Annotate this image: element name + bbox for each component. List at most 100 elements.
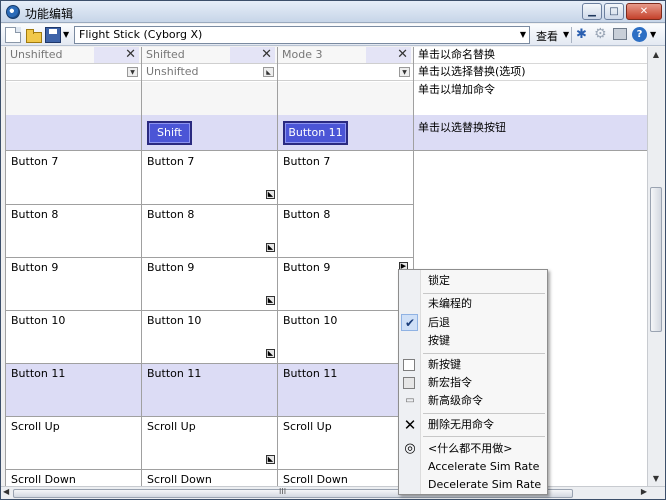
menu-separator <box>423 293 545 294</box>
menu-item-new-key[interactable]: 新按键 <box>421 356 547 374</box>
menu-item-accelerate[interactable]: Accelerate Sim Rate <box>421 458 547 476</box>
row-cell[interactable]: Button 10 <box>6 311 141 363</box>
table-row: Button 11 Button 11 Button 11 <box>6 364 413 417</box>
chevron-down-icon: ▼ <box>519 30 526 39</box>
row-cell[interactable]: Scroll Up <box>6 417 141 469</box>
mode-select-shifted[interactable]: Unshifted ◣ <box>142 64 277 81</box>
row-cell[interactable]: Button 7 <box>278 152 413 204</box>
shift-button[interactable]: Shift <box>147 121 192 145</box>
expand-icon[interactable]: ◣ <box>266 243 275 252</box>
save-dropdown-arrow-icon[interactable]: ▼ <box>63 30 69 39</box>
column-header-label: Mode 3 <box>282 48 323 61</box>
row-cell[interactable]: Button 8 <box>278 205 413 257</box>
title-bar: 功能编辑 ▁ □ ✕ <box>1 1 665 23</box>
menu-separator <box>423 413 545 414</box>
table-row: Button 8 Button 8 ◣ Button 8 <box>6 205 413 258</box>
row-cell[interactable]: Button 8 <box>142 205 277 257</box>
menu-item-decelerate[interactable]: Decelerate Sim Rate <box>421 476 547 494</box>
close-icon[interactable]: ✕ <box>397 47 408 63</box>
row-cell[interactable]: Scroll Up <box>142 417 277 469</box>
help-icon[interactable]: ? <box>632 27 647 42</box>
scroll-up-arrow-icon[interactable]: ▲ <box>648 47 664 63</box>
table-row: Scroll Up Scroll Up ◣ Scroll Up <box>6 417 413 470</box>
close-icon[interactable]: ✕ <box>261 47 272 63</box>
function-grid: Unshifted ✕ Shifted ✕ Mode 3 ✕ 单击以命名替换 ▼… <box>5 47 648 487</box>
column-header-label: Unshifted <box>10 48 63 61</box>
minimize-button[interactable]: ▁ <box>582 3 602 20</box>
mode-select-unshifted[interactable]: ▼ <box>6 64 141 81</box>
column-header-shifted[interactable]: Shifted ✕ <box>142 47 277 64</box>
toolbar-separator <box>571 27 572 43</box>
scroll-left-arrow-icon[interactable]: ◀ <box>3 487 9 496</box>
column-header-mode3[interactable]: Mode 3 ✕ <box>278 47 413 64</box>
row-cell[interactable]: Button 9 <box>6 258 141 310</box>
column-header-unshifted[interactable]: Unshifted ✕ <box>6 47 141 64</box>
expand-icon: ◣ <box>263 67 274 77</box>
function-editor-window: 功能编辑 ▁ □ ✕ ▼ Flight Stick (Cyborg X) ▼ 查… <box>0 0 666 500</box>
app-icon <box>6 5 20 19</box>
close-button[interactable]: ✕ <box>626 3 662 20</box>
vertical-scrollbar[interactable]: ▲ ▼ <box>647 47 664 487</box>
delete-icon: ✕ <box>403 416 417 434</box>
bluetooth-icon[interactable]: ✱ <box>576 27 587 42</box>
expand-icon[interactable]: ◣ <box>266 455 275 464</box>
column-divider <box>277 47 278 487</box>
gear-icon[interactable]: ⚙ <box>594 26 607 42</box>
scroll-down-arrow-icon[interactable]: ▼ <box>648 471 664 487</box>
new-file-icon[interactable] <box>5 27 21 43</box>
row-cell[interactable]: Button 9 <box>142 258 277 310</box>
view-dropdown-arrow-icon[interactable]: ▼ <box>563 30 569 39</box>
profile-select[interactable]: Flight Stick (Cyborg X) ▼ <box>74 26 530 44</box>
view-menu-button[interactable]: 查看 <box>536 28 558 44</box>
menu-item-do-nothing[interactable]: <什么都不用做> <box>421 440 547 458</box>
scroll-grip: III <box>279 487 287 496</box>
menu-item-lock[interactable]: 锁定 <box>421 272 547 290</box>
row-cell[interactable]: Scroll Up <box>278 417 413 469</box>
rename-hint[interactable]: 单击以命名替换 <box>414 47 648 64</box>
menu-separator <box>423 436 545 437</box>
menu-item-back[interactable]: 后退 <box>421 314 547 332</box>
row-cell[interactable]: Button 10 <box>142 311 277 363</box>
vertical-scroll-thumb[interactable] <box>650 187 662 332</box>
row-cell[interactable]: Scroll Down <box>142 470 277 487</box>
expand-icon[interactable]: ◣ <box>266 296 275 305</box>
row-cell[interactable]: Button 11 <box>6 364 141 416</box>
maximize-button[interactable]: □ <box>604 3 624 20</box>
row-cell[interactable]: Button 10 <box>278 311 413 363</box>
profile-select-value: Flight Stick (Cyborg X) <box>79 28 203 41</box>
select-hint[interactable]: 单击以选择替换(选项) <box>414 64 648 81</box>
check-icon: ✔ <box>404 316 416 330</box>
toolbar: ▼ Flight Stick (Cyborg X) ▼ 查看 ▼ ✱ ⚙ ? ▼ <box>1 24 665 46</box>
row-cell[interactable]: Scroll Down <box>278 470 413 487</box>
close-icon[interactable]: ✕ <box>125 47 136 63</box>
row-cell[interactable]: Button 8 <box>6 205 141 257</box>
row-cell[interactable]: Button 9 <box>278 258 413 310</box>
menu-item-key[interactable]: 按键 <box>421 332 547 350</box>
mode-select-mode3[interactable]: ▼ <box>278 64 413 81</box>
print-icon[interactable] <box>613 28 627 40</box>
add-command-hint[interactable]: 单击以增加命令 <box>414 82 648 115</box>
row-cell[interactable]: Button 7 <box>142 152 277 204</box>
toggle-hint[interactable]: 单击以选替换按钮 <box>418 119 506 135</box>
expand-icon[interactable]: ◣ <box>266 349 275 358</box>
open-folder-icon[interactable] <box>25 27 42 43</box>
row-cell[interactable]: Scroll Down <box>6 470 141 487</box>
scroll-right-arrow-icon[interactable]: ▶ <box>641 487 647 496</box>
table-row: Scroll Down Scroll Down Scroll Down <box>6 470 413 487</box>
new-advanced-icon: ▭ <box>405 395 415 406</box>
menu-item-new-macro[interactable]: 新宏指令 <box>421 374 547 392</box>
blank-row <box>6 82 413 115</box>
menu-item-delete-useless[interactable]: 删除无用命令 <box>421 416 547 434</box>
save-icon[interactable] <box>45 27 61 43</box>
expand-icon[interactable]: ◣ <box>266 190 275 199</box>
menu-item-unprogrammed[interactable]: 未编程的 <box>421 295 547 313</box>
row-cell[interactable]: Button 7 <box>6 152 141 204</box>
row-cell[interactable]: Button 11 <box>278 364 413 416</box>
context-menu: 锁定 未编程的 ✔ 后退 按键 新按键 新宏指令 ▭ 新高级命令 ✕ 删除无用命… <box>398 269 548 495</box>
horizontal-scrollbar[interactable]: ◀ III ▶ <box>1 486 665 499</box>
menu-item-new-advanced[interactable]: 新高级命令 <box>421 392 547 410</box>
row-cell[interactable]: Button 11 <box>142 364 277 416</box>
help-dropdown-arrow-icon[interactable]: ▼ <box>650 30 656 39</box>
mode3-button[interactable]: Button 11 <box>283 121 348 145</box>
window-title: 功能编辑 <box>25 7 74 21</box>
